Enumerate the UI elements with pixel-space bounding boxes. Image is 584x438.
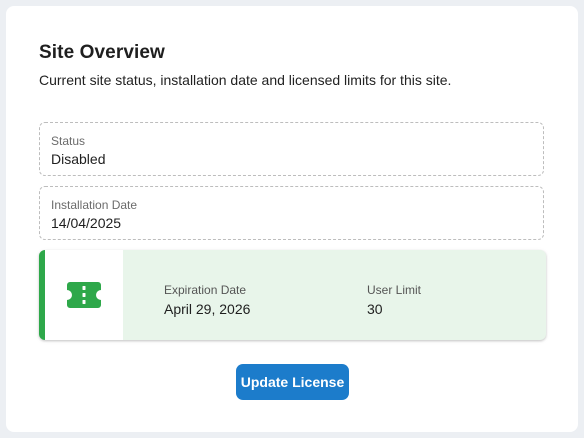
update-license-button[interactable]: Update License	[236, 364, 349, 400]
expiration-date-value: April 29, 2026	[164, 301, 251, 317]
status-label: Status	[51, 134, 86, 148]
license-panel: Expiration Date April 29, 2026 User Limi…	[39, 250, 546, 340]
ticket-icon	[67, 282, 101, 308]
user-limit-value: 30	[367, 301, 383, 317]
status-value: Disabled	[51, 151, 106, 167]
user-limit-label: User Limit	[367, 283, 422, 297]
status-field: Status Disabled	[39, 122, 544, 176]
installation-date-value: 14/04/2025	[51, 215, 122, 231]
site-overview-card: Site Overview Current site status, insta…	[6, 6, 578, 432]
page-subtitle: Current site status, installation date a…	[39, 72, 452, 88]
installation-date-field: Installation Date 14/04/2025	[39, 186, 544, 240]
installation-date-label: Installation Date	[51, 198, 138, 212]
license-icon-box	[45, 250, 123, 340]
expiration-date-label: Expiration Date	[164, 283, 247, 297]
page-title: Site Overview	[39, 42, 165, 63]
